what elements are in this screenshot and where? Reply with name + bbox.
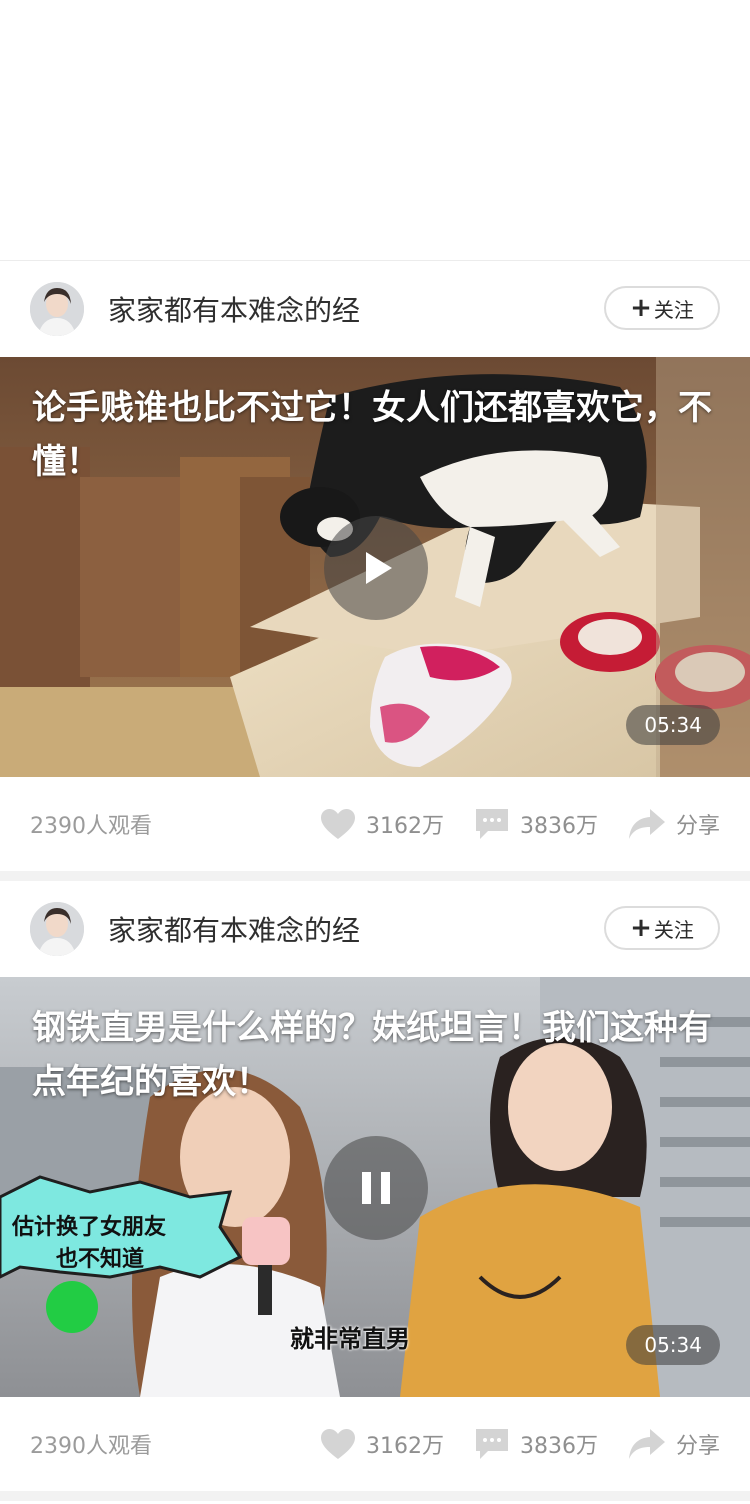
plus-icon: +: [630, 293, 652, 323]
comment-button[interactable]: 3836万: [474, 1427, 598, 1461]
follow-button[interactable]: + 关注: [604, 286, 720, 330]
view-count: 2390人观看: [30, 1434, 152, 1459]
share-label: 分享: [675, 814, 720, 839]
avatar[interactable]: [30, 902, 84, 956]
channel-name[interactable]: 家家都有本难念的经: [108, 289, 360, 329]
avatar[interactable]: [30, 282, 84, 336]
comment-icon: [475, 809, 508, 839]
heart-icon: [320, 1429, 355, 1459]
video-duration: 05:34: [626, 1325, 720, 1365]
like-button[interactable]: 3162万: [320, 808, 444, 840]
like-count: 3162万: [365, 814, 444, 839]
share-button[interactable]: 分享: [628, 1428, 720, 1460]
card-header: 家家都有本难念的经 + 关注: [0, 261, 750, 357]
like-count: 3162万: [365, 1434, 444, 1459]
heart-icon: [320, 809, 355, 839]
video-player[interactable]: 论手贱谁也比不过它！女人们还都喜欢它，不懂！ 05:34: [0, 357, 750, 777]
follow-label: 关注: [653, 917, 694, 942]
video-duration: 05:34: [626, 705, 720, 745]
video-player[interactable]: 估计换了女朋友 也不知道 就非常直男 钢铁直男是什么样的？妹纸坦言！我们这种有点…: [0, 977, 750, 1397]
video-stats-bar: 2390人观看 3162万 3836万 分享: [0, 1397, 750, 1491]
card-divider: [0, 1491, 750, 1501]
share-icon: [628, 809, 665, 839]
follow-label: 关注: [653, 297, 694, 322]
view-count: 2390人观看: [30, 814, 152, 839]
share-icon: [628, 1429, 665, 1459]
top-blank-area: [0, 0, 750, 261]
video-card[interactable]: 家家都有本难念的经 + 关注: [0, 881, 750, 1491]
plus-icon: +: [630, 913, 652, 943]
share-button[interactable]: 分享: [628, 808, 720, 840]
comment-count: 3836万: [519, 814, 598, 839]
card-header: 家家都有本难念的经 + 关注: [0, 881, 750, 977]
card-divider: [0, 871, 750, 881]
play-icon: [366, 552, 392, 584]
comment-button[interactable]: 3836万: [474, 807, 598, 841]
video-card[interactable]: 家家都有本难念的经 + 关注: [0, 261, 750, 871]
in-video-caption: 就非常直男: [290, 1325, 410, 1353]
share-label: 分享: [675, 1434, 720, 1459]
in-video-caption: 也不知道: [56, 1247, 145, 1272]
video-title[interactable]: 论手贱谁也比不过它！女人们还都喜欢它，不懂！: [32, 381, 720, 489]
comment-icon: [475, 1429, 508, 1459]
channel-name[interactable]: 家家都有本难念的经: [108, 909, 360, 949]
like-button[interactable]: 3162万: [320, 1428, 444, 1460]
pause-button[interactable]: [324, 1136, 428, 1240]
comment-count: 3836万: [519, 1434, 598, 1459]
in-video-caption: 估计换了女朋友: [12, 1215, 167, 1240]
video-title[interactable]: 钢铁直男是什么样的？妹纸坦言！我们这种有点年纪的喜欢！: [32, 1001, 720, 1109]
pause-icon: [362, 1172, 390, 1204]
video-stats-bar: 2390人观看 3162万 3836万 分享: [0, 777, 750, 871]
play-button[interactable]: [324, 516, 428, 620]
follow-button[interactable]: + 关注: [604, 906, 720, 950]
